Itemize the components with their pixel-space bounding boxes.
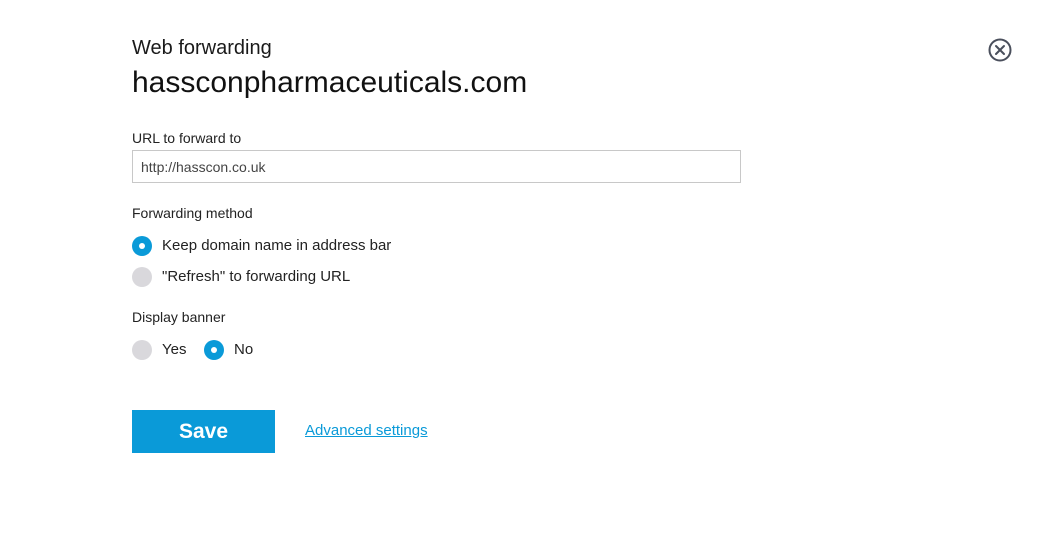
- option-refresh[interactable]: "Refresh" to forwarding URL: [132, 266, 350, 288]
- domain-title: hassconpharmaceuticals.com: [132, 66, 528, 99]
- dialog-subtitle: Web forwarding: [132, 37, 272, 59]
- close-circle-icon: [988, 38, 1012, 62]
- web-forwarding-dialog: Web forwarding hassconpharmaceuticals.co…: [0, 0, 1056, 541]
- option-refresh-label: "Refresh" to forwarding URL: [162, 268, 351, 285]
- option-banner-yes-label: Yes: [162, 341, 187, 358]
- option-banner-yes[interactable]: Yes: [132, 339, 186, 361]
- close-button[interactable]: [988, 38, 1012, 62]
- forwarding-method-label: Forwarding method: [132, 205, 253, 221]
- advanced-settings-link[interactable]: Advanced settings: [305, 421, 428, 441]
- radio-unselected-icon[interactable]: [132, 340, 152, 360]
- radio-unselected-icon[interactable]: [132, 267, 152, 287]
- option-keep-domain[interactable]: Keep domain name in address bar: [132, 235, 391, 257]
- option-banner-no-label: No: [234, 341, 254, 358]
- url-field-label: URL to forward to: [132, 130, 242, 146]
- radio-selected-icon[interactable]: [132, 236, 152, 256]
- radio-selected-icon[interactable]: [204, 340, 224, 360]
- save-button[interactable]: Save: [132, 410, 275, 453]
- forward-url-input[interactable]: [132, 150, 741, 183]
- option-banner-no[interactable]: No: [204, 339, 253, 361]
- display-banner-label: Display banner: [132, 309, 226, 325]
- option-keep-domain-label: Keep domain name in address bar: [162, 237, 392, 254]
